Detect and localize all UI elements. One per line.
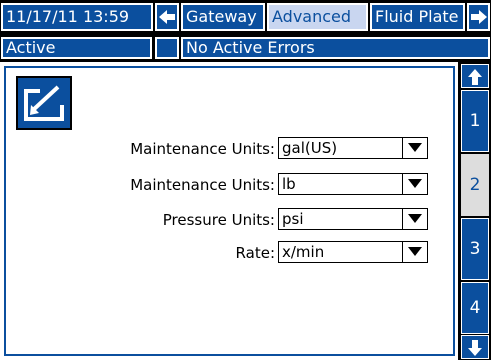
tab-advanced-label: Advanced — [272, 7, 352, 26]
pressure-units-dropdown-button[interactable] — [402, 209, 427, 229]
rate-dropdown-button[interactable] — [402, 242, 427, 262]
edit-button[interactable] — [16, 76, 72, 130]
main-panel: Maintenance Units: gal(US) Maintenance U… — [4, 66, 455, 356]
maintenance-units-label: Maintenance Units: — [130, 140, 275, 158]
rate-label: Rate: — [235, 244, 275, 262]
maintenance-units-dropdown-button[interactable] — [402, 138, 427, 158]
status-bar: Active No Active Errors — [0, 34, 491, 62]
right-arrow-icon — [470, 10, 487, 24]
page-sidebar: 1 2 3 4 — [458, 62, 491, 360]
pressure-units-value: psi — [282, 210, 304, 228]
page-tab-4-label: 4 — [469, 298, 481, 318]
page-tab-3-label: 3 — [469, 239, 481, 259]
page-tab-4[interactable]: 4 — [461, 282, 489, 334]
page-tab-1[interactable]: 1 — [461, 90, 489, 152]
scroll-down-button[interactable] — [461, 335, 489, 359]
page-tab-2[interactable]: 2 — [461, 154, 489, 216]
down-arrow-icon — [468, 340, 482, 356]
status-indicator — [155, 37, 179, 59]
rate-value: x/min — [282, 243, 325, 261]
up-arrow-icon — [468, 69, 482, 85]
system-status: Active — [1, 37, 152, 59]
page-tab-1-label: 1 — [469, 111, 481, 131]
prev-screen-button[interactable] — [155, 3, 179, 31]
pressure-units-select[interactable]: psi — [278, 208, 428, 230]
left-arrow-icon — [159, 10, 175, 24]
rate-select[interactable]: x/min — [278, 241, 428, 263]
page-tab-3[interactable]: 3 — [461, 218, 489, 280]
display-screen: 11/17/11 13:59 Gateway Advanced Fluid Pl… — [0, 0, 491, 360]
pressure-units-row: Pressure Units: psi — [6, 208, 453, 232]
datetime-text: 11/17/11 13:59 — [6, 7, 130, 26]
scroll-up-button[interactable] — [461, 64, 489, 88]
dropdown-arrow-icon — [408, 179, 422, 188]
dropdown-arrow-icon — [408, 214, 422, 223]
maintenance-units-2-value: lb — [282, 175, 296, 193]
page-tab-2-label: 2 — [469, 175, 481, 195]
system-status-text: Active — [6, 38, 56, 57]
pressure-units-label: Pressure Units: — [162, 211, 275, 229]
maintenance-units-2-select[interactable]: lb — [278, 173, 428, 195]
tab-gateway[interactable]: Gateway — [181, 3, 265, 31]
maintenance-units-value: gal(US) — [282, 139, 338, 157]
tab-advanced[interactable]: Advanced — [267, 3, 368, 31]
tab-fluid-plate-1[interactable]: Fluid Plate 1 — [370, 3, 465, 31]
error-status: No Active Errors — [181, 37, 490, 59]
maintenance-units-select[interactable]: gal(US) — [278, 137, 428, 159]
rate-row: Rate: x/min — [6, 241, 453, 265]
tab-gateway-label: Gateway — [186, 7, 257, 26]
datetime-display: 11/17/11 13:59 — [1, 3, 153, 31]
maintenance-units-row: Maintenance Units: gal(US) — [6, 137, 453, 161]
next-screen-button[interactable] — [467, 3, 490, 31]
tab-fluid-plate-label: Fluid Plate 1 — [375, 7, 465, 26]
error-status-text: No Active Errors — [186, 38, 315, 57]
maintenance-units-2-label: Maintenance Units: — [130, 176, 275, 194]
maintenance-units-2-row: Maintenance Units: lb — [6, 173, 453, 197]
dropdown-arrow-icon — [408, 247, 422, 256]
dropdown-arrow-icon — [408, 143, 422, 152]
maintenance-units-2-dropdown-button[interactable] — [402, 174, 427, 194]
top-bar: 11/17/11 13:59 Gateway Advanced Fluid Pl… — [0, 0, 491, 34]
edit-icon — [24, 85, 64, 121]
